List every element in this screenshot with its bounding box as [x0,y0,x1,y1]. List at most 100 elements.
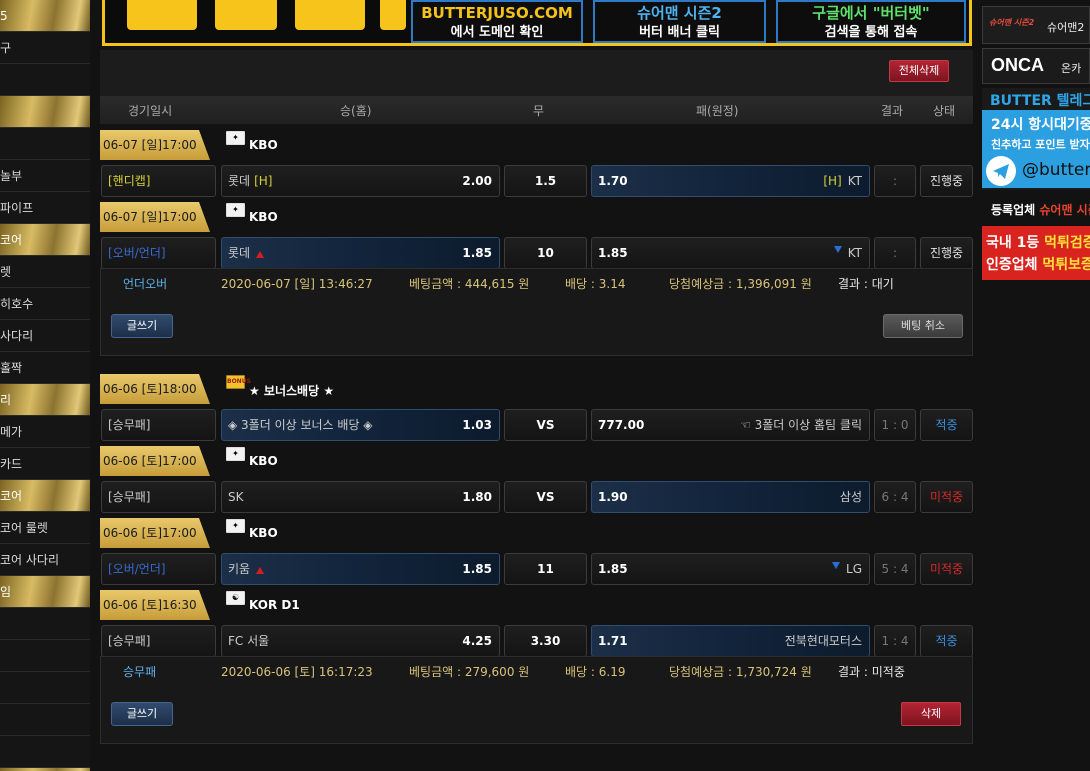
right-panel: 슈어맨 시즌2 슈어맨2 ONCA 온카 BUTTER 텔레그램 24시 항시대… [982,0,1090,771]
write-post-button[interactable]: 글쓰기 [111,314,173,338]
summary-placed-at: 2020-06-06 [토] 16:17:23 [221,665,373,679]
sidebar-item[interactable]: 히호수 [0,288,90,320]
away-odds-button[interactable]: 1.90 삼성 [591,481,870,513]
draw-odds-button[interactable]: 3.30 [504,625,587,657]
sidebar-item[interactable] [0,672,90,704]
sidebar-item[interactable]: 파이프 [0,192,90,224]
home-odds-button[interactable]: 롯데 [H] 2.00 [221,165,500,197]
sidebar-item[interactable]: 코어 [0,224,90,256]
away-odds: 1.71 [598,634,628,648]
telegram-line2: 친추하고 포인트 받자 [991,138,1090,151]
sidebar-item[interactable] [0,128,90,160]
google-banner[interactable]: 구글에서 "버터벳" 검색을 통해 접속 [776,0,966,43]
game-score: : [874,165,916,197]
over-arrow-icon [256,567,265,574]
away-odds-button[interactable]: 1.85 KT [591,237,870,269]
game-datetime: 06-07 [일]17:00 [100,202,210,232]
sidebar-item[interactable]: 코어 룰렛 [0,512,90,544]
draw-odds-button[interactable]: 10 [504,237,587,269]
summary-kind: 언더오버 [123,277,168,291]
home-odds: 4.25 [462,634,492,648]
away-odds-button[interactable]: 1.71 전북현대모터스 [591,625,870,657]
away-team-wrap: 삼성 [840,482,862,512]
domain-banner-line1: BUTTERJUSO.COM [421,4,573,22]
sureman-label: 슈어맨2 [1047,21,1085,34]
home-odds: 1.85 [462,246,492,260]
sidebar-item[interactable]: 구 [0,32,90,64]
away-odds-button[interactable]: 1.70 [H] KT [591,165,870,197]
sureman-logo: 슈어맨 시즌2 [989,18,1035,27]
left-sidebar: 5 구 놀부 파이프 코어 렛 히호수 사다리 홀짝 리 메가 카드 코어 코어 룰렛 코어 사다리 임 [0,0,90,771]
sidebar-item[interactable] [0,704,90,736]
sureman-banner[interactable]: 슈어맨 시즌2 슈어맨2 [982,6,1090,44]
draw-odds-button[interactable]: VS [504,481,587,513]
onca-logo: ONCA [991,55,1044,75]
sidebar-item[interactable]: 5 [0,0,90,32]
home-odds-button[interactable]: 키움 1.85 [221,553,500,585]
promo-line1: 국내 1등 [986,235,1040,251]
away-team-wrap: [H] KT [823,166,862,196]
sidebar-item[interactable]: 렛 [0,256,90,288]
delete-all-button[interactable]: 전체삭제 [889,60,949,82]
top-banner[interactable]: BUTTERJUSO.COM 에서 도메인 확인 슈어맨 시즌2 버터 배너 클… [102,0,972,46]
draw-odds-button[interactable]: 1.5 [504,165,587,197]
home-odds-button[interactable]: 롯데 1.85 [221,237,500,269]
promo-hl1: 먹튀검증 [1044,235,1090,251]
sidebar-item[interactable]: 코어 [0,480,90,512]
away-odds-button[interactable]: 1.85 LG [591,553,870,585]
sidebar-item[interactable]: 사다리 [0,320,90,352]
game-score: 6 : 4 [874,481,916,513]
domain-banner[interactable]: BUTTERJUSO.COM 에서 도메인 확인 [411,0,583,43]
sidebar-item[interactable]: 리 [0,384,90,416]
away-team-wrap: 전북현대모터스 [785,626,862,656]
sidebar-item[interactable] [0,96,90,128]
telegram-banner[interactable]: BUTTER 텔레그램 24시 항시대기중 친추하고 포인트 받자 @butte… [982,88,1090,190]
promo-banner[interactable]: 국내 1등 먹튀검증 인증업체 먹튀보증 [982,226,1090,280]
sidebar-item[interactable] [0,64,90,96]
summary-payout: 당첨예상금 : 1,396,091 원 [669,277,812,291]
delete-bet-button[interactable]: 삭제 [901,702,961,726]
bet-type: [오버/언더] [101,237,216,269]
under-arrow-icon [832,562,841,569]
bonus-icon: BONUS [226,375,251,389]
butter-logo-banner[interactable] [105,0,410,43]
away-team-wrap: KT [833,238,862,268]
season-banner-line1: 슈어맨 시즌2 [637,4,722,22]
away-odds: 1.90 [598,490,628,504]
game-score: 5 : 4 [874,553,916,585]
sidebar-item[interactable]: 코어 사다리 [0,544,90,576]
away-team: ☜ 3폴더 이상 홈팀 클릭 [740,418,862,432]
home-odds: 1.85 [462,562,492,576]
season-banner-line2: 버터 배너 클릭 [639,25,720,40]
reg-label: 등록업체 [991,203,1036,217]
sidebar-item[interactable] [0,608,90,640]
home-team: 롯데 [228,246,251,260]
under-arrow-icon [833,246,842,253]
sidebar-item[interactable]: 홀짝 [0,352,90,384]
write-post-button[interactable]: 글쓰기 [111,702,173,726]
home-team: 롯데 [228,174,251,188]
game-status: 미적중 [920,553,973,585]
season-banner[interactable]: 슈어맨 시즌2 버터 배너 클릭 [593,0,766,43]
header-time: 경기일시 [128,104,173,118]
sidebar-item[interactable]: 놀부 [0,160,90,192]
sidebar-item[interactable]: 카드 [0,448,90,480]
sidebar-item[interactable]: 메가 [0,416,90,448]
home-odds: 1.03 [462,418,492,432]
sidebar-item[interactable] [0,640,90,672]
sidebar-item[interactable]: 임 [0,576,90,608]
draw-odds-button[interactable]: VS [504,409,587,441]
home-odds-button[interactable]: SK 1.80 [221,481,500,513]
sidebar-item[interactable] [0,736,90,768]
league-name: KBO [249,454,278,468]
cancel-bet-button[interactable]: 베팅 취소 [883,314,963,338]
home-odds-button[interactable]: FC 서울 4.25 [221,625,500,657]
bet-type: [오버/언더] [101,553,216,585]
onca-banner[interactable]: ONCA 온카 [982,48,1090,84]
draw-odds-button[interactable]: 11 [504,553,587,585]
home-team: FC 서울 [228,634,270,648]
domain-banner-line2: 에서 도메인 확인 [450,25,544,40]
away-odds-button[interactable]: 777.00 ☜ 3폴더 이상 홈팀 클릭 [591,409,870,441]
home-odds-button[interactable]: ◈ 3폴더 이상 보너스 배당 ◈ 1.03 [221,409,500,441]
reg-name: 슈어맨 시즌2 [1039,203,1090,217]
